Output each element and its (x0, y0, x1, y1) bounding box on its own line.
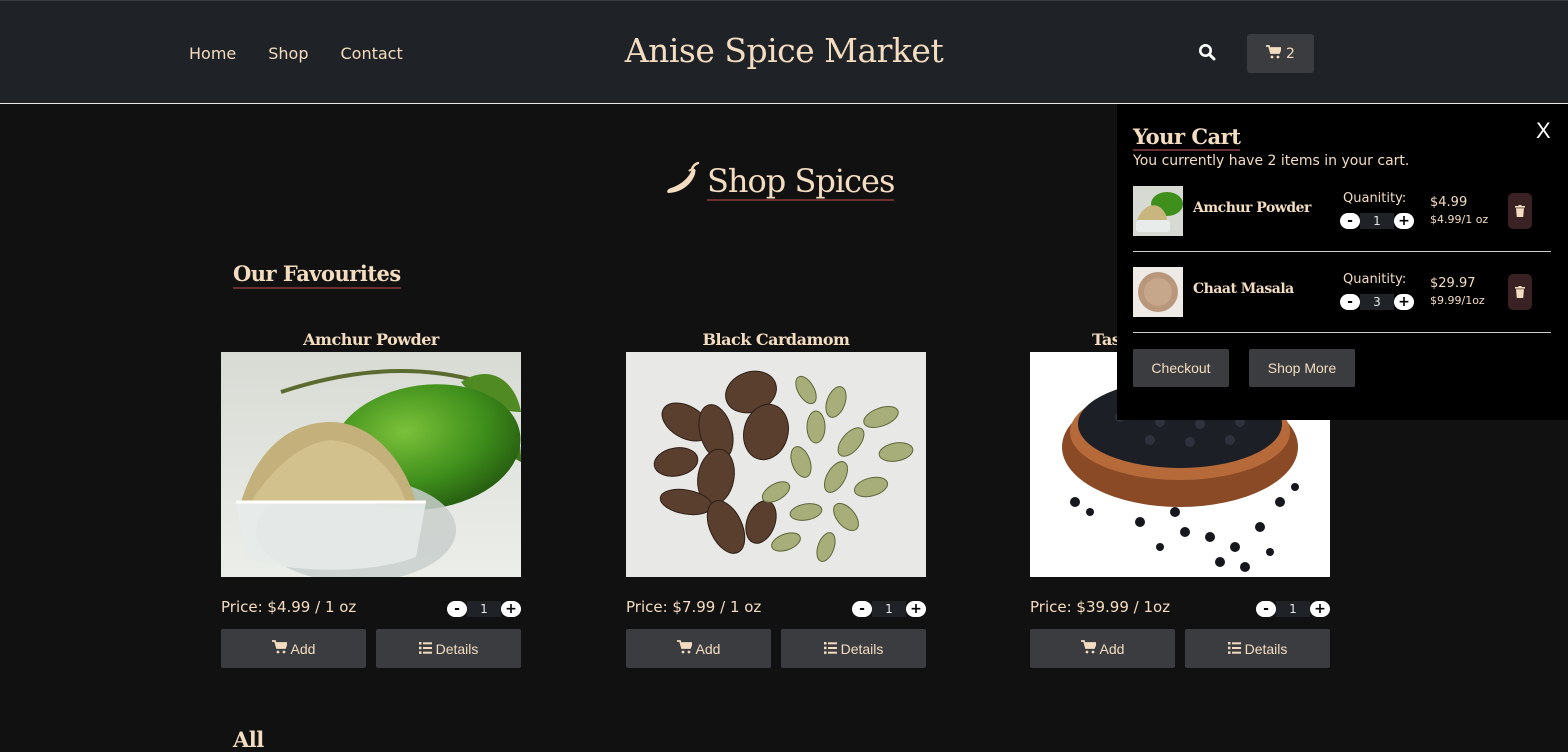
cart-title: Your Cart (1133, 124, 1241, 151)
product-price: Price: $4.99 / 1 oz (221, 598, 357, 616)
list-icon (418, 641, 432, 657)
cart-button[interactable]: 2 (1247, 34, 1314, 73)
add-label: Add (695, 640, 721, 657)
add-label: Add (1099, 640, 1125, 657)
product-image[interactable] (221, 352, 521, 577)
site-title[interactable]: Anise Spice Market (0, 31, 1568, 70)
decrement-button[interactable]: - (1256, 601, 1276, 617)
details-label: Details (435, 640, 479, 657)
page-heading: Shop Spices (665, 160, 895, 204)
increment-button[interactable]: + (1310, 601, 1330, 617)
cart-summary: You currently have 2 items in your cart. (1133, 153, 1410, 169)
increment-button[interactable]: + (1394, 294, 1414, 310)
cart-item: Chaat Masala Quanitity: - 3 + $29.97 $9.… (1133, 267, 1551, 333)
add-to-cart-button[interactable]: Add (626, 629, 771, 668)
decrement-button[interactable]: - (852, 601, 872, 617)
cart-item-name: Amchur Powder (1193, 200, 1311, 216)
cart-panel: Your Cart X You currently have 2 items i… (1117, 104, 1568, 420)
cart-item-name: Chaat Masala (1193, 281, 1294, 297)
quantity-label: Quanitity: (1343, 272, 1407, 287)
increment-button[interactable]: + (501, 601, 521, 617)
increment-button[interactable]: + (906, 601, 926, 617)
add-to-cart-button[interactable]: Add (1030, 629, 1175, 668)
details-button[interactable]: Details (1185, 629, 1330, 668)
add-to-cart-button[interactable]: Add (221, 629, 366, 668)
quantity-value[interactable]: 1 (467, 601, 501, 617)
list-icon (1227, 641, 1241, 657)
close-icon[interactable]: X (1536, 118, 1551, 144)
cart-count: 2 (1286, 45, 1295, 62)
product-name[interactable]: Black Cardamom (626, 328, 926, 352)
decrement-button[interactable]: - (447, 601, 467, 617)
page-title: Shop Spices (707, 162, 895, 201)
details-label: Details (840, 640, 884, 657)
product-image[interactable] (626, 352, 926, 577)
decrement-button[interactable]: - (1340, 213, 1360, 229)
quantity-value[interactable]: 1 (1276, 601, 1310, 617)
cart-icon (676, 640, 693, 657)
shop-more-button[interactable]: Shop More (1249, 349, 1355, 387)
cart-icon (1266, 44, 1283, 63)
cart-item: Amchur Powder Quanitity: - 1 + $4.99 $4.… (1133, 186, 1551, 252)
details-button[interactable]: Details (781, 629, 926, 668)
cart-item-image (1133, 186, 1183, 236)
increment-button[interactable]: + (1394, 213, 1414, 229)
quantity-stepper: - 1 + (447, 600, 521, 618)
trash-icon[interactable] (1508, 193, 1532, 229)
cart-item-total: $4.99 (1430, 195, 1468, 210)
all-products-heading: All (233, 727, 264, 752)
trash-icon[interactable] (1508, 274, 1532, 310)
cart-item-total: $29.97 (1430, 276, 1476, 291)
product-price: Price: $39.99 / 1oz (1030, 598, 1171, 616)
search-icon[interactable] (1198, 43, 1218, 63)
list-icon (823, 641, 837, 657)
cart-item-unit-price: $4.99/1 oz (1430, 213, 1489, 226)
cart-item-unit-price: $9.99/1oz (1430, 294, 1485, 307)
cart-icon (271, 640, 288, 657)
product-name[interactable]: Amchur Powder (221, 328, 521, 352)
checkout-button[interactable]: Checkout (1133, 349, 1229, 387)
quantity-value[interactable]: 3 (1360, 294, 1394, 310)
details-button[interactable]: Details (376, 629, 521, 668)
product-card: Amchur Powder Price: $4.99 / 1 oz - 1 + (221, 328, 521, 668)
quantity-stepper: - 1 + (852, 600, 926, 618)
quantity-stepper: - 1 + (1256, 600, 1330, 618)
site-header: Home Shop Contact Anise Spice Market 2 (0, 0, 1568, 104)
cart-icon (1080, 640, 1097, 657)
quantity-label: Quanitity: (1343, 191, 1407, 206)
product-card: Black Cardamom Price: $7.99 / 1 oz - 1 +… (626, 328, 926, 668)
product-price: Price: $7.99 / 1 oz (626, 598, 762, 616)
favourites-heading: Our Favourites (233, 261, 401, 289)
add-label: Add (290, 640, 316, 657)
quantity-stepper: - 1 + (1340, 212, 1414, 230)
decrement-button[interactable]: - (1340, 294, 1360, 310)
details-label: Details (1244, 640, 1288, 657)
quantity-value[interactable]: 1 (1360, 213, 1394, 229)
quantity-value[interactable]: 1 (872, 601, 906, 617)
chili-pepper-icon (665, 160, 701, 204)
quantity-stepper: - 3 + (1340, 293, 1414, 311)
cart-item-image (1133, 267, 1183, 317)
